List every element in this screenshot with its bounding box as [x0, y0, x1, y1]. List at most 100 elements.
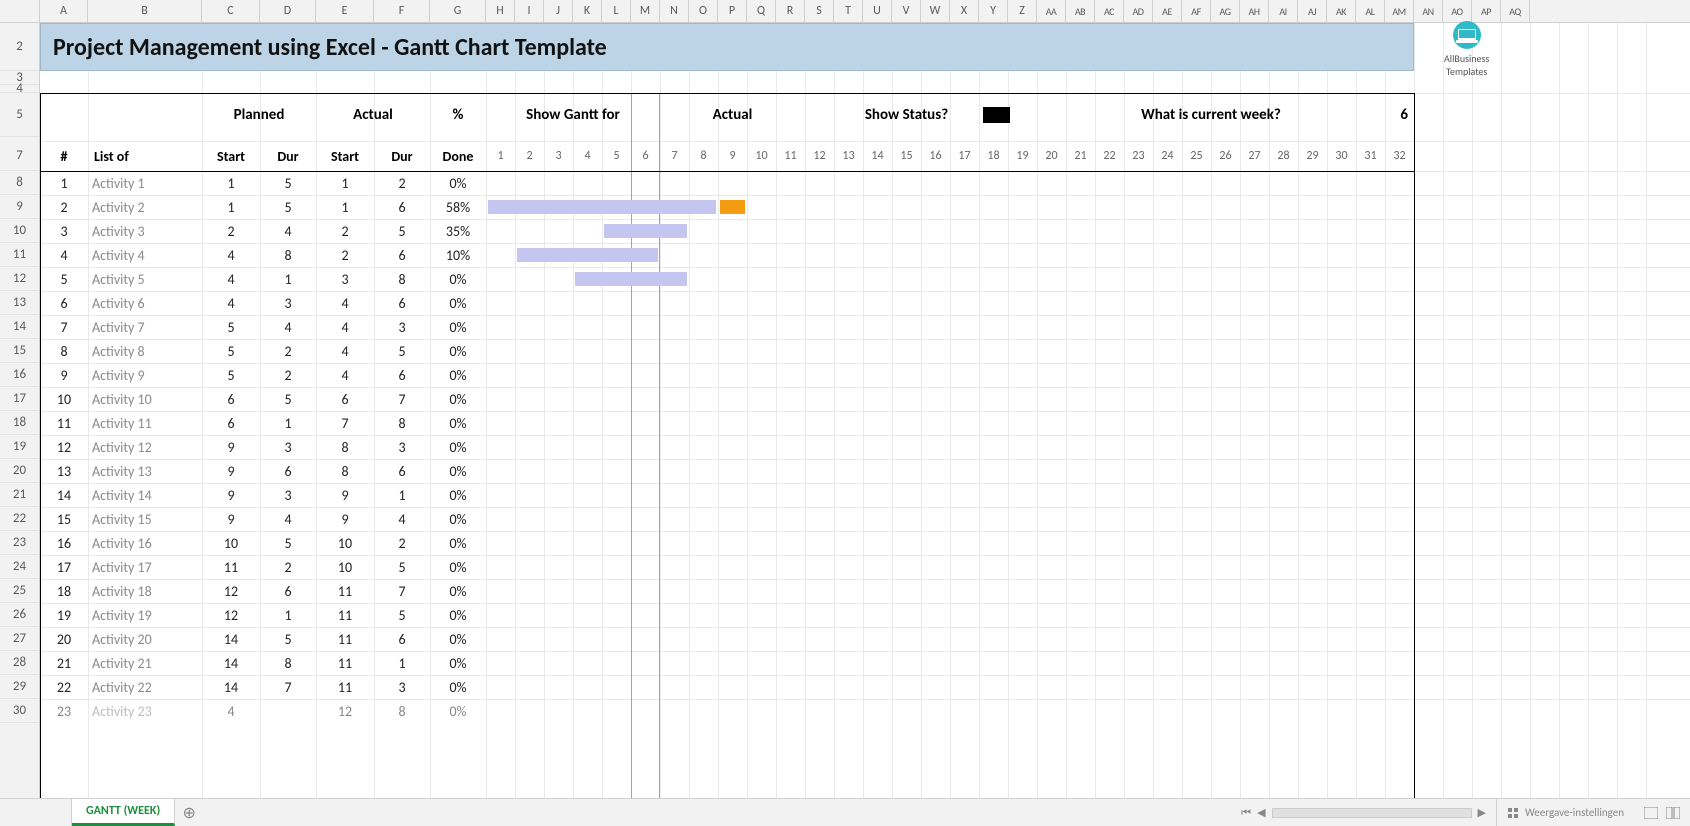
col-letter[interactable]: AP — [1472, 0, 1501, 22]
sheet-tab-gantt[interactable]: GANTT (WEEK) — [72, 799, 175, 826]
pct-done[interactable]: 0% — [430, 291, 486, 315]
actual-start[interactable]: 4 — [316, 315, 374, 339]
row-index[interactable]: 6 — [40, 291, 88, 315]
row-index[interactable]: 18 — [40, 579, 88, 603]
view-mode-icons[interactable] — [1634, 799, 1690, 826]
actual-start[interactable]: 10 — [316, 531, 374, 555]
actual-start[interactable]: 2 — [316, 243, 374, 267]
planned-dur[interactable]: 5 — [260, 627, 316, 651]
col-letter[interactable]: AN — [1414, 0, 1443, 22]
planned-start[interactable]: 14 — [202, 627, 260, 651]
row-number[interactable]: 22 — [0, 507, 39, 531]
activity-name[interactable]: Activity 13 — [88, 459, 202, 483]
pct-done[interactable]: 0% — [430, 675, 486, 699]
row-index[interactable]: 17 — [40, 555, 88, 579]
col-letter[interactable]: H — [486, 0, 515, 22]
current-week-value[interactable]: 6 — [1356, 93, 1414, 137]
col-letter[interactable]: AO — [1443, 0, 1472, 22]
pct-done[interactable]: 0% — [430, 603, 486, 627]
planned-start[interactable]: 4 — [202, 699, 260, 723]
col-letter[interactable]: AG — [1211, 0, 1240, 22]
actual-dur[interactable]: 6 — [374, 627, 430, 651]
planned-dur[interactable]: 2 — [260, 555, 316, 579]
horizontal-scroll[interactable]: ⏮ ◀ ▶ — [1231, 799, 1496, 826]
row-index[interactable]: 12 — [40, 435, 88, 459]
actual-dur[interactable]: 1 — [374, 483, 430, 507]
pct-done[interactable]: 0% — [430, 555, 486, 579]
col-letter[interactable]: R — [776, 0, 805, 22]
row-number[interactable]: 20 — [0, 459, 39, 483]
col-letter[interactable]: U — [863, 0, 892, 22]
col-letter[interactable]: AM — [1385, 0, 1414, 22]
actual-dur[interactable]: 8 — [374, 411, 430, 435]
pct-done[interactable]: 0% — [430, 339, 486, 363]
scroll-track[interactable] — [1272, 808, 1472, 818]
pct-done[interactable]: 0% — [430, 579, 486, 603]
col-letter[interactable]: L — [602, 0, 631, 22]
row-number[interactable]: 30 — [0, 699, 39, 723]
planned-start[interactable]: 14 — [202, 651, 260, 675]
row-index[interactable]: 22 — [40, 675, 88, 699]
row-index[interactable]: 8 — [40, 339, 88, 363]
pct-done[interactable]: 0% — [430, 411, 486, 435]
activity-name[interactable]: Activity 19 — [88, 603, 202, 627]
planned-start[interactable]: 9 — [202, 483, 260, 507]
col-letter[interactable]: AI — [1269, 0, 1298, 22]
pct-done[interactable]: 0% — [430, 627, 486, 651]
planned-start[interactable]: 12 — [202, 579, 260, 603]
actual-dur[interactable]: 5 — [374, 603, 430, 627]
planned-start[interactable]: 11 — [202, 555, 260, 579]
actual-dur[interactable]: 3 — [374, 435, 430, 459]
row-index[interactable]: 5 — [40, 267, 88, 291]
pct-done[interactable]: 0% — [430, 435, 486, 459]
pct-done[interactable]: 0% — [430, 267, 486, 291]
actual-start[interactable]: 12 — [316, 699, 374, 723]
planned-dur[interactable]: 3 — [260, 435, 316, 459]
row-index[interactable]: 2 — [40, 195, 88, 219]
row-number[interactable]: 12 — [0, 267, 39, 291]
planned-dur[interactable]: 4 — [260, 507, 316, 531]
planned-start[interactable]: 14 — [202, 675, 260, 699]
row-index[interactable]: 11 — [40, 411, 88, 435]
pct-done[interactable]: 0% — [430, 387, 486, 411]
row-number[interactable]: 10 — [0, 219, 39, 243]
row-index[interactable]: 9 — [40, 363, 88, 387]
planned-start[interactable]: 6 — [202, 387, 260, 411]
actual-start[interactable]: 1 — [316, 171, 374, 195]
activity-name[interactable]: Activity 15 — [88, 507, 202, 531]
col-letter[interactable]: E — [316, 0, 374, 22]
actual-dur[interactable]: 8 — [374, 267, 430, 291]
pct-done[interactable]: 0% — [430, 363, 486, 387]
planned-start[interactable]: 4 — [202, 267, 260, 291]
planned-dur[interactable]: 1 — [260, 267, 316, 291]
planned-start[interactable]: 9 — [202, 459, 260, 483]
col-letter[interactable]: W — [921, 0, 950, 22]
page-view-icon[interactable] — [1666, 807, 1680, 819]
actual-start[interactable]: 9 — [316, 507, 374, 531]
row-number[interactable]: 5 — [0, 93, 39, 137]
pct-done[interactable]: 0% — [430, 459, 486, 483]
pct-done[interactable]: 35% — [430, 219, 486, 243]
row-number[interactable]: 2 — [0, 23, 39, 71]
row-number[interactable]: 28 — [0, 651, 39, 675]
actual-start[interactable]: 11 — [316, 627, 374, 651]
activity-name[interactable]: Activity 18 — [88, 579, 202, 603]
scroll-prev-icon[interactable]: ◀ — [1257, 806, 1265, 819]
actual-start[interactable]: 1 — [316, 195, 374, 219]
actual-dur[interactable]: 6 — [374, 195, 430, 219]
actual-start[interactable]: 11 — [316, 579, 374, 603]
activity-name[interactable]: Activity 1 — [88, 171, 202, 195]
row-number[interactable]: 13 — [0, 291, 39, 315]
col-letter[interactable]: Z — [1008, 0, 1037, 22]
planned-dur[interactable]: 6 — [260, 459, 316, 483]
planned-start[interactable]: 6 — [202, 411, 260, 435]
col-letter[interactable]: N — [660, 0, 689, 22]
planned-dur[interactable]: 5 — [260, 531, 316, 555]
scroll-next-icon[interactable]: ▶ — [1478, 806, 1486, 819]
actual-dur[interactable]: 6 — [374, 243, 430, 267]
row-index[interactable]: 3 — [40, 219, 88, 243]
actual-dur[interactable]: 6 — [374, 291, 430, 315]
col-letter[interactable]: AC — [1095, 0, 1124, 22]
select-all-corner[interactable] — [0, 0, 40, 22]
col-letter[interactable]: X — [950, 0, 979, 22]
